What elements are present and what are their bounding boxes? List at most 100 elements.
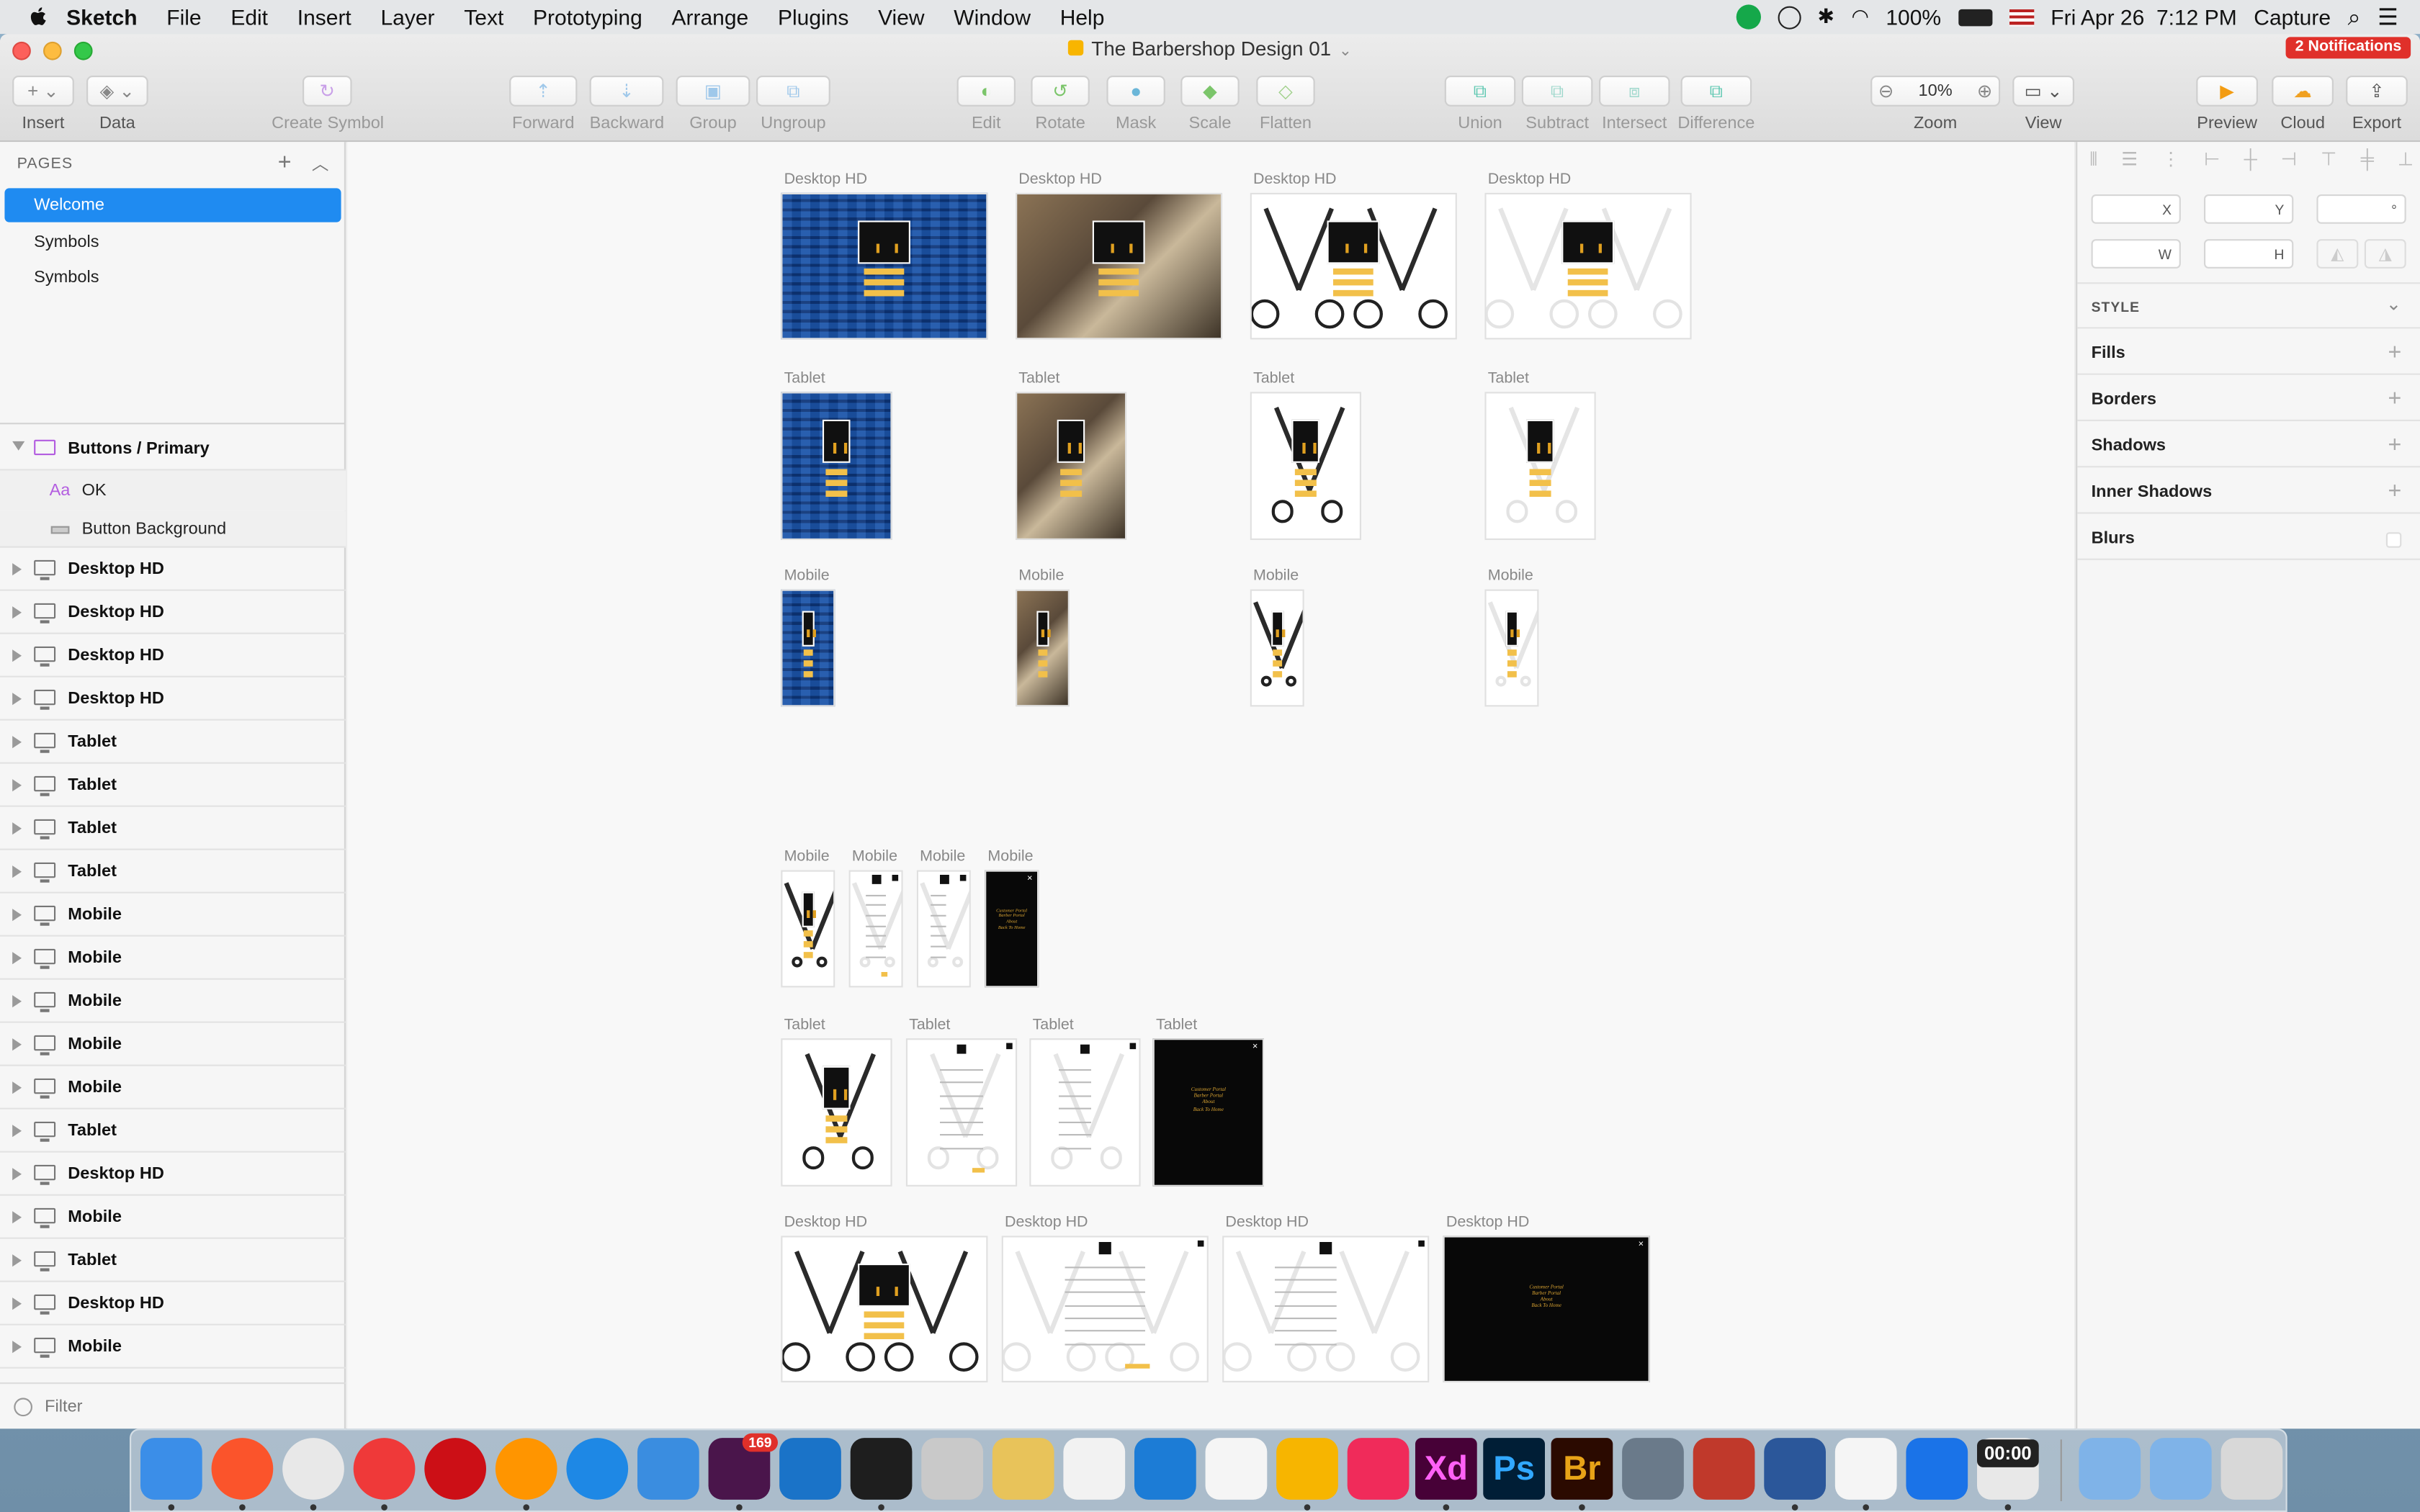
keynote-icon[interactable] bbox=[1906, 1438, 1968, 1500]
fills-section[interactable]: Fills bbox=[2092, 344, 2125, 363]
xd-icon[interactable]: Xd bbox=[1415, 1438, 1477, 1500]
artboard-label[interactable]: Tablet bbox=[1156, 1017, 1197, 1034]
align-left-icon[interactable]: ⊢ bbox=[2204, 148, 2220, 179]
mask-tool[interactable]: ● Mask bbox=[1106, 76, 1165, 140]
layer-text-ok[interactable]: Aa OK bbox=[0, 470, 346, 511]
menu-text[interactable]: Text bbox=[464, 4, 503, 29]
layer-artboard[interactable]: Tablet bbox=[0, 1239, 346, 1282]
page-symbols[interactable]: Symbols bbox=[4, 225, 341, 259]
artboard-mobile[interactable]: Mobile Customer Portal Barber Portal About B… bbox=[985, 849, 1039, 988]
disclosure-closed-icon[interactable] bbox=[12, 779, 22, 792]
paw-icon[interactable] bbox=[1063, 1438, 1126, 1500]
artboard-label[interactable]: Mobile bbox=[1018, 568, 1064, 585]
view-tool[interactable]: ▭ ⌄ View bbox=[2012, 76, 2074, 140]
colorsync-icon[interactable] bbox=[1622, 1438, 1684, 1500]
artboard-desktop[interactable]: Desktop HD bbox=[781, 1214, 988, 1382]
canvas[interactable]: Desktop HD Desktop HD Desktop HD Desktop HD… bbox=[347, 142, 2075, 1429]
artboard-mobile[interactable]: Mobile bbox=[848, 849, 903, 988]
disclosure-closed-icon[interactable] bbox=[12, 693, 22, 706]
menu-app-name[interactable]: Sketch bbox=[66, 4, 137, 29]
artboard-label[interactable]: Desktop HD bbox=[1018, 171, 1102, 189]
flip-vertical-icon[interactable]: ◮ bbox=[2364, 239, 2406, 269]
downloads-folder-icon[interactable] bbox=[2150, 1438, 2212, 1500]
sequel-icon[interactable] bbox=[992, 1438, 1054, 1500]
align-bottom-icon[interactable]: ⊥ bbox=[2398, 148, 2414, 179]
scale-tool[interactable]: ◆ Scale bbox=[1180, 76, 1240, 140]
rotation-field[interactable]: ° bbox=[2316, 194, 2406, 224]
disclosure-closed-icon[interactable] bbox=[12, 1038, 22, 1051]
more-icon[interactable]: ⋮ bbox=[2161, 148, 2180, 179]
disclosure-closed-icon[interactable] bbox=[12, 1341, 22, 1354]
backward-tool[interactable]: ⇣ Backward bbox=[589, 76, 664, 140]
disclosure-closed-icon[interactable] bbox=[12, 1168, 22, 1181]
y-field[interactable]: Y bbox=[2204, 194, 2294, 224]
layer-artboard[interactable]: Tablet bbox=[0, 807, 346, 850]
menu-arrange[interactable]: Arrange bbox=[672, 4, 749, 29]
disclosure-closed-icon[interactable] bbox=[12, 822, 22, 835]
shadows-section[interactable]: Shadows bbox=[2092, 436, 2166, 455]
artboard-label[interactable]: Mobile bbox=[1253, 568, 1299, 585]
artboard-tablet[interactable]: Tablet bbox=[905, 1017, 1018, 1187]
disclosure-closed-icon[interactable] bbox=[12, 865, 22, 878]
blur-checkbox[interactable] bbox=[2385, 532, 2402, 548]
artboard-label[interactable]: Tablet bbox=[909, 1017, 950, 1034]
document-title[interactable]: The Barbershop Design 01 ⌄ bbox=[0, 37, 2420, 60]
flatten-tool[interactable]: ◇ Flatten bbox=[1253, 76, 1318, 140]
photoshop-icon[interactable]: Ps bbox=[1483, 1438, 1545, 1500]
preview-tool[interactable]: ▶ Preview bbox=[2195, 76, 2259, 140]
artboard-label[interactable]: Desktop HD bbox=[784, 171, 868, 189]
artboard-label[interactable]: Mobile bbox=[920, 849, 965, 866]
spotlight-icon[interactable]: ⌕ bbox=[2348, 4, 2361, 30]
layer-artboard[interactable]: Desktop HD bbox=[0, 1282, 346, 1326]
chrome-icon[interactable] bbox=[282, 1438, 344, 1500]
sketch-icon[interactable] bbox=[1276, 1438, 1338, 1500]
artboard-desktop[interactable]: Desktop HD bbox=[1016, 171, 1223, 340]
artboard-label[interactable]: Tablet bbox=[1253, 370, 1294, 387]
flip-horizontal-icon[interactable]: ◭ bbox=[2316, 239, 2359, 269]
tableplus-icon[interactable] bbox=[921, 1438, 983, 1500]
cloud-tool[interactable]: ☁ Cloud bbox=[2272, 76, 2334, 140]
artboard-desktop[interactable]: Desktop HD bbox=[1222, 1214, 1430, 1382]
style-header[interactable]: STYLE bbox=[2092, 300, 2141, 315]
align-top-icon[interactable]: ⊤ bbox=[2321, 148, 2336, 179]
terminal-icon[interactable] bbox=[850, 1438, 913, 1500]
artboard-label[interactable]: Desktop HD bbox=[1225, 1214, 1309, 1231]
insert-tool[interactable]: + ⌄ Insert bbox=[12, 76, 74, 140]
artboard-desktop[interactable]: Desktop HD bbox=[1001, 1214, 1209, 1382]
menu-insert[interactable]: Insert bbox=[297, 4, 351, 29]
apple-menu-icon[interactable] bbox=[26, 4, 50, 29]
add-shadow-icon[interactable]: + bbox=[2388, 432, 2402, 458]
safari-icon[interactable] bbox=[566, 1438, 629, 1500]
subtract-tool[interactable]: ⧉ Subtract bbox=[1519, 76, 1596, 140]
zoom-control[interactable]: ⊖ 10% ⊕ Zoom bbox=[1870, 76, 2001, 140]
layer-artboard[interactable]: Mobile bbox=[0, 937, 346, 980]
disclosure-open-icon[interactable] bbox=[12, 441, 25, 451]
artboard-tablet[interactable]: Tablet bbox=[1016, 370, 1127, 540]
layer-artboard[interactable]: Desktop HD bbox=[0, 634, 346, 678]
align-right-icon[interactable]: ⊣ bbox=[2281, 148, 2297, 179]
difference-tool[interactable]: ⧉ Difference bbox=[1676, 76, 1756, 140]
zoom-out-icon[interactable]: ⊖ bbox=[1878, 80, 1894, 102]
rotate-tool[interactable]: ↺ Rotate bbox=[1031, 76, 1090, 140]
layer-artboard[interactable]: Mobile bbox=[0, 980, 346, 1023]
artboard-mobile[interactable]: Mobile bbox=[1250, 568, 1304, 707]
firefox-icon[interactable] bbox=[495, 1438, 557, 1500]
artboard-label[interactable]: Tablet bbox=[1018, 370, 1059, 387]
layer-button-background[interactable]: Button Background bbox=[0, 510, 346, 548]
distribute-vertical-icon[interactable]: ☰ bbox=[2121, 148, 2138, 179]
bluetooth-icon[interactable]: ✱ bbox=[1818, 4, 1834, 29]
capture-menu[interactable]: Capture bbox=[2254, 4, 2331, 29]
artboard-label[interactable]: Mobile bbox=[784, 849, 830, 866]
grammarly-icon[interactable] bbox=[1735, 4, 1761, 30]
artboard-desktop[interactable]: Desktop HD Customer Portal Barber Portal Ab… bbox=[1443, 1214, 1650, 1382]
artboard-tablet[interactable]: Tablet bbox=[781, 370, 892, 540]
height-field[interactable]: H bbox=[2204, 239, 2294, 269]
data-tool[interactable]: ◈ ⌄ Data bbox=[86, 76, 148, 140]
page-symbols-2[interactable]: Symbols bbox=[4, 261, 341, 294]
artboard-label[interactable]: Mobile bbox=[987, 849, 1033, 866]
finder-icon[interactable] bbox=[140, 1438, 202, 1500]
notifications-badge[interactable]: 2 Notifications bbox=[2285, 37, 2411, 59]
menu-layer[interactable]: Layer bbox=[380, 4, 434, 29]
collapse-pages-icon[interactable]: ︿ bbox=[312, 151, 329, 176]
x-field[interactable]: X bbox=[2091, 194, 2181, 224]
